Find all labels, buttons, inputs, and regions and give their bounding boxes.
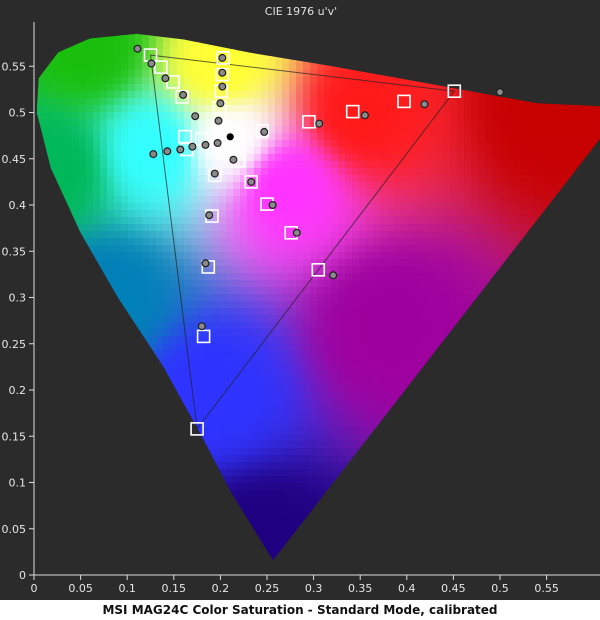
measured-circle-marker	[197, 322, 206, 331]
x-tick-label: 0.3	[305, 582, 323, 595]
measured-circle-marker	[133, 44, 142, 53]
measured-circle-marker	[360, 111, 369, 120]
measured-circle-marker	[214, 116, 223, 125]
measured-circle-marker	[147, 59, 156, 68]
y-tick-label: 0.2	[9, 384, 27, 397]
y-tick-label: 0.55	[2, 60, 27, 73]
x-tick-label: 0.05	[68, 582, 93, 595]
x-tick-label: 0.1	[118, 582, 136, 595]
measured-circle-marker	[218, 82, 227, 91]
x-tick-label: 0.35	[348, 582, 373, 595]
white-point-marker	[226, 133, 234, 141]
x-tick-label: 0.4	[398, 582, 416, 595]
y-tick-label: 0.35	[2, 245, 27, 258]
measured-circle-marker	[420, 100, 429, 109]
measured-circle-marker	[218, 53, 227, 62]
y-tick-label: 0.15	[2, 430, 27, 443]
y-tick-label: 0.05	[2, 523, 27, 536]
measured-circle-marker	[191, 112, 200, 121]
measured-circle-marker	[176, 145, 185, 154]
measured-circle-marker	[213, 139, 222, 148]
measured-circle-marker	[315, 119, 324, 128]
measured-circle-marker	[329, 271, 338, 280]
measured-circle-marker	[163, 147, 172, 156]
measured-circle-marker	[247, 177, 256, 186]
x-tick-label: 0.25	[255, 582, 280, 595]
measured-circle-marker	[292, 228, 301, 237]
measured-circle-marker	[260, 127, 269, 136]
x-tick-label: 0.2	[212, 582, 230, 595]
y-tick-label: 0.45	[2, 153, 27, 166]
y-tick-label: 0.3	[9, 292, 27, 305]
measured-circle-marker	[216, 99, 225, 108]
y-tick-label: 0.1	[9, 477, 27, 490]
y-tick-label: 0.25	[2, 338, 27, 351]
measured-circle-marker	[229, 155, 238, 164]
measured-circle-marker	[205, 211, 214, 220]
measured-circle-marker	[201, 140, 210, 149]
measured-circle-marker	[188, 142, 197, 151]
measured-circle-marker	[218, 68, 227, 77]
measured-circle-marker	[149, 150, 158, 159]
y-tick-label: 0.4	[9, 199, 27, 212]
measured-circle-marker	[496, 88, 505, 97]
chart-caption: MSI MAG24C Color Saturation - Standard M…	[102, 603, 498, 617]
y-tick-label: 0	[19, 569, 26, 582]
x-tick-label: 0.15	[162, 582, 187, 595]
x-tick-label: 0	[31, 582, 38, 595]
measured-circle-marker	[179, 90, 188, 99]
x-tick-label: 0.55	[534, 582, 559, 595]
chart-plot: CIE 1976 u'v' 0 0.05 0.1 0.15 0.2 0.25 0.3 0.35…	[0, 0, 600, 600]
x-tick-label: 0.5	[491, 582, 509, 595]
measured-circle-marker	[210, 169, 219, 178]
measured-circle-marker	[268, 201, 277, 210]
chart-frame: CIE 1976 u'v' 0 0.05 0.1 0.15 0.2 0.25 0.3 0.35…	[0, 0, 600, 600]
measured-circle-marker	[161, 74, 170, 83]
x-tick-label: 0.45	[441, 582, 466, 595]
chart-title: CIE 1976 u'v'	[265, 5, 337, 18]
y-tick-label: 0.5	[9, 107, 27, 120]
measured-circle-marker	[201, 259, 210, 268]
